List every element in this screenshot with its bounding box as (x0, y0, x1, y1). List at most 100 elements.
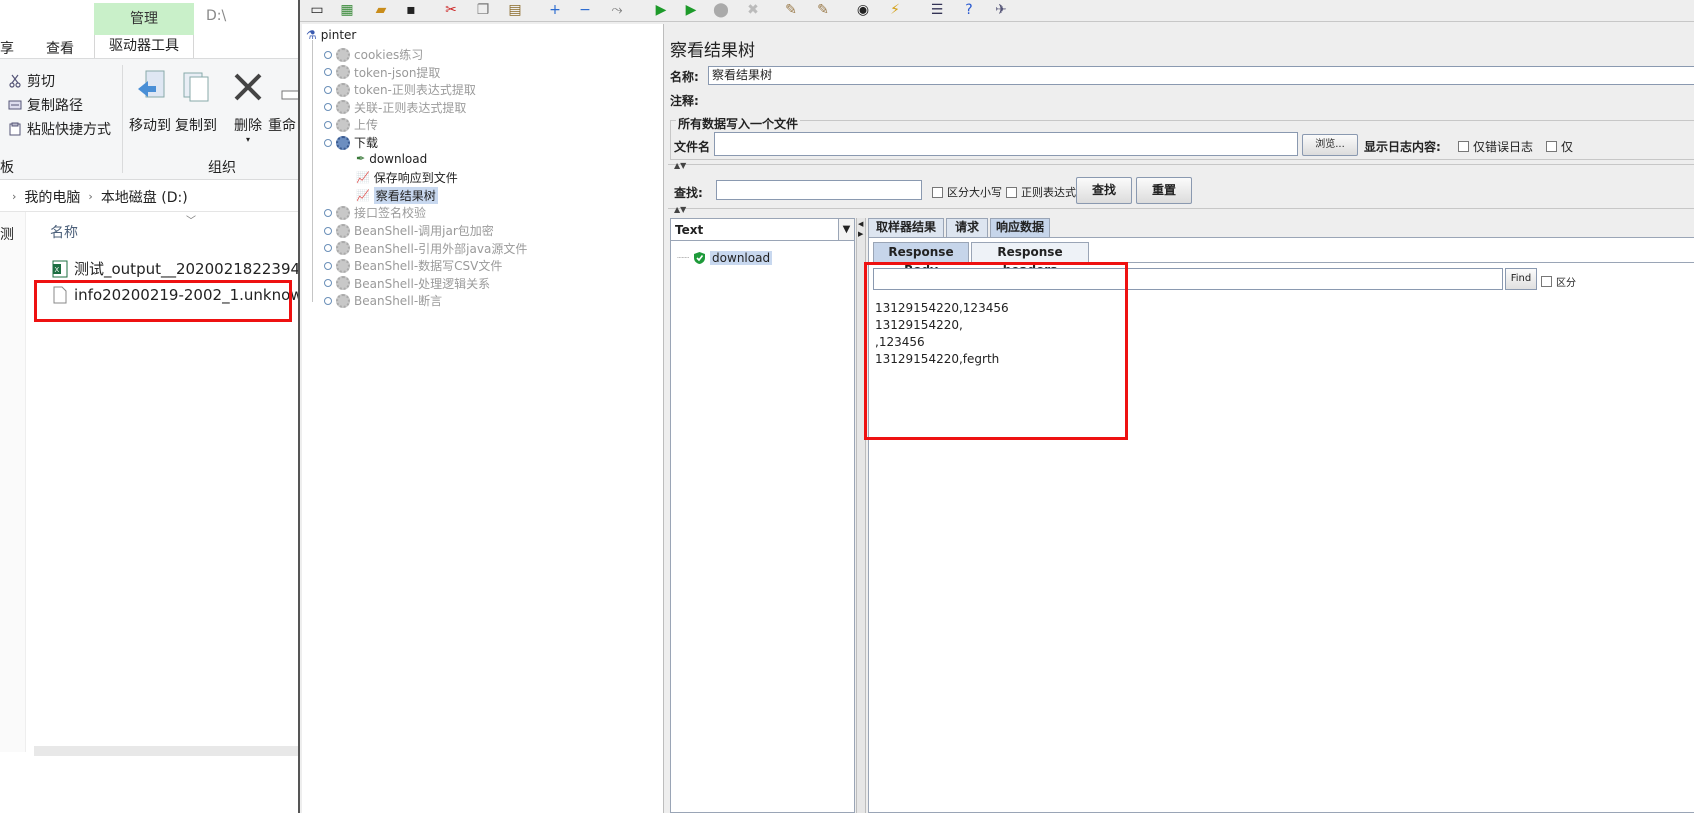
tree-item[interactable]: BeanShell-断言 (324, 292, 442, 309)
errors-only-checkbox[interactable]: 仅错误日志 (1458, 138, 1533, 155)
save-icon[interactable]: ▪ (400, 0, 422, 20)
move-to-button[interactable]: 移动到 (124, 69, 176, 135)
expand-handle-icon[interactable] (324, 120, 332, 129)
expand-handle-icon[interactable] (324, 103, 332, 112)
clear-icon[interactable]: ✎ (780, 0, 802, 20)
navigation-pane[interactable]: 测 (0, 212, 26, 752)
checkbox-box[interactable] (1006, 186, 1017, 198)
response-case-checkbox[interactable]: 区分 (1541, 274, 1576, 289)
help-icon[interactable]: ? (958, 0, 980, 20)
copy-to-button[interactable]: 复制到 (170, 69, 222, 135)
checkbox-box[interactable] (932, 186, 943, 198)
open-icon[interactable]: ▰ (370, 0, 392, 20)
response-find-button[interactable]: Find (1505, 268, 1537, 290)
new-icon[interactable]: ▭ (306, 0, 328, 20)
expand-handle-icon[interactable] (324, 138, 332, 147)
expand-handle-icon[interactable] (324, 261, 332, 270)
tab-drive-tools[interactable]: 驱动器工具 (94, 35, 194, 59)
renderer-select[interactable]: Text ▼ (671, 219, 854, 241)
thread-group-gear-icon (336, 241, 350, 256)
tree-item[interactable]: token-正则表达式提取 (324, 81, 476, 98)
collapse-icon[interactable]: − (574, 0, 596, 20)
checkbox-box[interactable] (1458, 141, 1469, 152)
cut-button[interactable]: 剪切 (8, 71, 55, 91)
tab-sampler-result[interactable]: 取样器结果 (868, 218, 944, 237)
address-bar[interactable]: › 我的电脑 › 本地磁盘 (D:) (0, 182, 300, 212)
breadcrumb-local-disk[interactable]: 本地磁盘 (D:) (101, 187, 188, 207)
reset-search-broom-icon[interactable]: ⚡ (884, 0, 906, 20)
expand-handle-icon[interactable] (324, 50, 332, 59)
paste-icon[interactable]: ▤ (504, 0, 526, 20)
copy-icon[interactable]: ❐ (472, 0, 494, 20)
expand-icon[interactable]: + (544, 0, 566, 20)
regex-checkbox[interactable]: 正则表达式 (1006, 184, 1076, 200)
tree-item[interactable]: 上传 (324, 116, 378, 133)
column-header-name[interactable]: 名称 (50, 222, 78, 242)
paste-shortcut-button[interactable]: 粘贴快捷方式 (8, 119, 111, 139)
expand-handle-icon[interactable] (324, 226, 332, 235)
start-no-pause-icon[interactable]: ▶ (680, 0, 702, 20)
sample-row[interactable]: ┈┈ download (677, 251, 773, 265)
name-field[interactable]: 察看结果树 (708, 66, 1694, 85)
delete-dropdown-icon[interactable]: ▾ (222, 135, 274, 144)
cut-icon[interactable]: ✂ (440, 0, 462, 20)
checkbox-box[interactable] (1546, 141, 1557, 152)
splitter-middle[interactable]: ▲▼ (668, 205, 1694, 214)
find-button[interactable]: 查找 (1076, 177, 1132, 204)
copy-path-button[interactable]: 复制路径 (8, 95, 83, 115)
expand-handle-icon[interactable] (324, 208, 332, 217)
expand-handle-icon[interactable] (324, 85, 332, 94)
tree-root[interactable]: ⚗ pinter (306, 28, 356, 42)
tab-response-body[interactable]: Response Body (873, 242, 969, 277)
tree-item[interactable]: BeanShell-调用jar包加密 (324, 222, 494, 239)
case-sensitive-checkbox[interactable]: 区分大小写 (932, 184, 1002, 200)
success-only-checkbox[interactable]: 仅 (1546, 138, 1573, 155)
tree-item[interactable]: token-json提取 (324, 64, 440, 81)
clear-all-icon[interactable]: ✎ (812, 0, 834, 20)
templates-icon[interactable]: ▦ (336, 0, 358, 20)
splitter-top[interactable]: ▲▼ (668, 161, 1694, 170)
tab-view[interactable]: 查看 (46, 38, 74, 58)
tree-child-item[interactable]: ✒ download (356, 152, 427, 166)
rename-label: 重命 (268, 118, 296, 134)
function-helper-icon[interactable]: ☰ (926, 0, 948, 20)
reset-button[interactable]: 重置 (1136, 177, 1192, 204)
tree-item[interactable]: 下载 (324, 134, 378, 151)
filename-input[interactable] (714, 132, 1298, 156)
toggle-icon[interactable]: ⤳ (606, 0, 628, 20)
tree-item[interactable]: BeanShell-引用外部java源文件 (324, 240, 527, 257)
rename-button[interactable]: 重命 (262, 69, 300, 135)
thread-group-gear-icon (336, 293, 350, 308)
checkbox-box[interactable] (1541, 276, 1552, 287)
tree-item-label: BeanShell-引用外部java源文件 (354, 241, 528, 256)
tab-response-headers[interactable]: Response headers (971, 242, 1089, 277)
expand-handle-icon[interactable] (324, 244, 332, 253)
tab-request[interactable]: 请求 (946, 218, 988, 237)
browse-button[interactable]: 浏览... (1302, 134, 1358, 156)
expand-handle-icon[interactable] (324, 68, 332, 77)
tree-item[interactable]: BeanShell-数据写CSV文件 (324, 257, 502, 274)
file-row[interactable]: X 测试_output__20200218223946.x (52, 258, 300, 279)
tree-item[interactable]: BeanShell-处理逻辑关系 (324, 275, 490, 292)
tree-item[interactable]: 关联-正则表达式提取 (324, 99, 466, 116)
start-icon[interactable]: ▶ (650, 0, 672, 20)
expand-handle-icon[interactable] (324, 296, 332, 305)
tree-item[interactable]: 接口签名校验 (324, 204, 426, 221)
expand-handle-icon[interactable] (324, 279, 332, 288)
shutdown-icon[interactable]: ✖ (742, 0, 764, 20)
remote-icon[interactable]: ✈ (990, 0, 1012, 20)
tab-response-data[interactable]: 响应数据 (990, 218, 1050, 237)
search-input[interactable] (716, 180, 922, 200)
tree-item-label: BeanShell-调用jar包加密 (354, 224, 494, 238)
horizontal-scrollbar[interactable] (34, 746, 300, 756)
context-tab-header: 管理 (94, 3, 194, 35)
tree-child-item[interactable]: 📈 察看结果树 (356, 186, 438, 204)
stop-icon[interactable]: ⬤ (710, 0, 732, 20)
breadcrumb-my-computer[interactable]: 我的电脑 (24, 187, 80, 207)
comment-field[interactable] (708, 90, 1694, 109)
tree-item[interactable]: cookies练习 (324, 46, 423, 63)
chevron-down-icon[interactable]: ▼ (838, 219, 854, 240)
tree-child-item[interactable]: 📈 保存响应到文件 (356, 169, 458, 186)
search-binoculars-icon[interactable]: ◉ (852, 0, 874, 20)
tab-share[interactable]: 享 (0, 38, 14, 58)
